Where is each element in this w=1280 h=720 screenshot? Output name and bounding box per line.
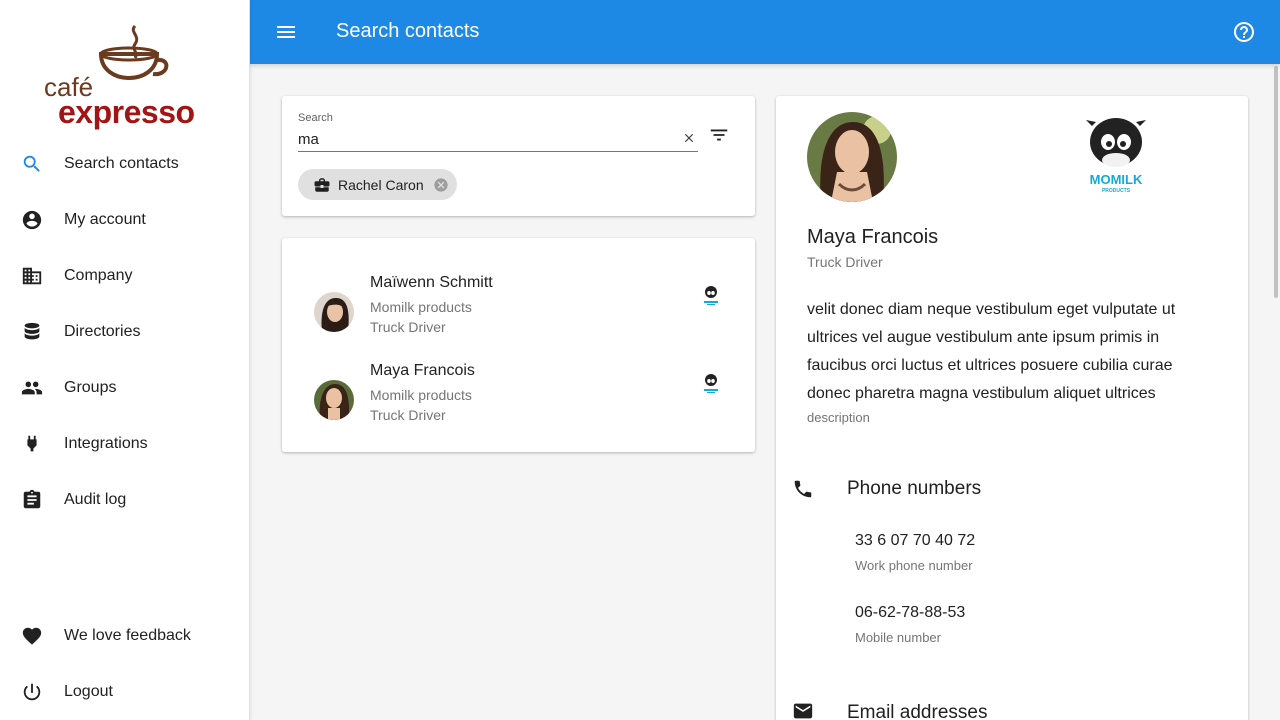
briefcase-icon [312,176,332,194]
nav-item-integrations[interactable]: Integrations [0,420,250,468]
people-icon [0,377,64,399]
phone-icon [792,478,814,500]
filter-chip[interactable]: Rachel Caron [298,169,457,200]
nav-item-directories[interactable]: Directories [0,308,250,356]
nav-label: My account [64,211,146,228]
cafe-expresso-logo[interactable]: café expresso [40,24,200,130]
logo-expresso-text: expresso [58,94,195,130]
nav-label: Audit log [64,491,127,508]
chip-label: Rachel Caron [338,176,424,193]
phone-number[interactable]: 33 6 07 70 40 72 [855,532,975,550]
navigation-drawer: café expresso Search contacts My account… [0,0,250,720]
account-circle-icon [0,209,64,231]
clipboard-icon [0,489,64,511]
nav-item-search-contacts[interactable]: Search contacts [0,140,250,188]
nav-label: Search contacts [64,155,179,172]
nav-label: We love feedback [64,627,191,644]
nav-label: Logout [64,683,113,700]
search-icon [0,153,64,175]
contact-detail-card: MOMILK PRODUCTS Maya Francois Truck Driv… [776,96,1248,720]
results-list: Maïwenn Schmitt Momilk products Truck Dr… [282,238,755,452]
contact-name: Maïwenn Schmitt [370,274,493,291]
company-logo-icon [700,372,722,396]
phone-number[interactable]: 06-62-78-88-53 [855,604,965,622]
search-input[interactable] [298,128,698,152]
contact-name: Maya Francois [807,226,939,248]
filter-icon[interactable] [708,124,730,146]
search-field-label: Search [298,112,333,124]
company-logo-text: MOMILK [1090,172,1143,187]
scrollbar-thumb[interactable] [1274,66,1278,298]
nav-item-audit-log[interactable]: Audit log [0,476,250,524]
nav-label: Company [64,267,133,284]
contact-photo [807,112,897,202]
clear-search-icon[interactable] [682,131,696,145]
page-title: Search contacts [336,20,480,42]
chip-remove-icon[interactable] [433,177,449,193]
app-bar: Search contacts [250,0,1280,64]
page-scrollbar[interactable] [1272,64,1280,720]
nav-item-feedback[interactable]: We love feedback [0,612,250,660]
nav-item-company[interactable]: Company [0,252,250,300]
company-logo-subtext: PRODUCTS [1102,188,1131,194]
nav-label: Integrations [64,435,148,452]
plug-icon [0,433,64,455]
coffee-cup-icon [98,24,169,80]
contact-job-title: Truck Driver [370,407,446,423]
list-item[interactable]: Maya Francois Momilk products Truck Driv… [282,362,755,442]
contact-company: Momilk products [370,387,472,403]
company-logo: MOMILK PRODUCTS [1082,116,1150,196]
power-icon [0,681,64,703]
nav-item-logout[interactable]: Logout [0,668,250,716]
nav-label: Directories [64,323,141,340]
description-label: description [807,410,870,425]
nav-item-my-account[interactable]: My account [0,196,250,244]
heart-icon [0,625,64,647]
help-icon[interactable] [1232,20,1256,44]
list-item[interactable]: Maïwenn Schmitt Momilk products Truck Dr… [282,274,755,354]
database-icon [0,321,64,343]
nav-label: Groups [64,379,117,396]
email-icon [792,700,814,720]
business-icon [0,265,64,287]
contact-company: Momilk products [370,299,472,315]
nav-item-groups[interactable]: Groups [0,364,250,412]
avatar [314,380,354,420]
contact-job-title: Truck Driver [807,254,883,270]
avatar [314,292,354,332]
contact-name: Maya Francois [370,362,475,379]
company-logo-icon [700,284,722,308]
contact-job-title: Truck Driver [370,319,446,335]
search-card: Search Rachel Caron [282,96,755,216]
menu-icon[interactable] [274,20,298,44]
email-addresses-heading: Email addresses [847,702,988,720]
phone-numbers-heading: Phone numbers [847,478,982,499]
contact-description: velit donec diam neque vestibulum eget v… [807,301,1176,402]
phone-number-label: Mobile number [855,630,941,645]
phone-number-label: Work phone number [855,558,973,573]
